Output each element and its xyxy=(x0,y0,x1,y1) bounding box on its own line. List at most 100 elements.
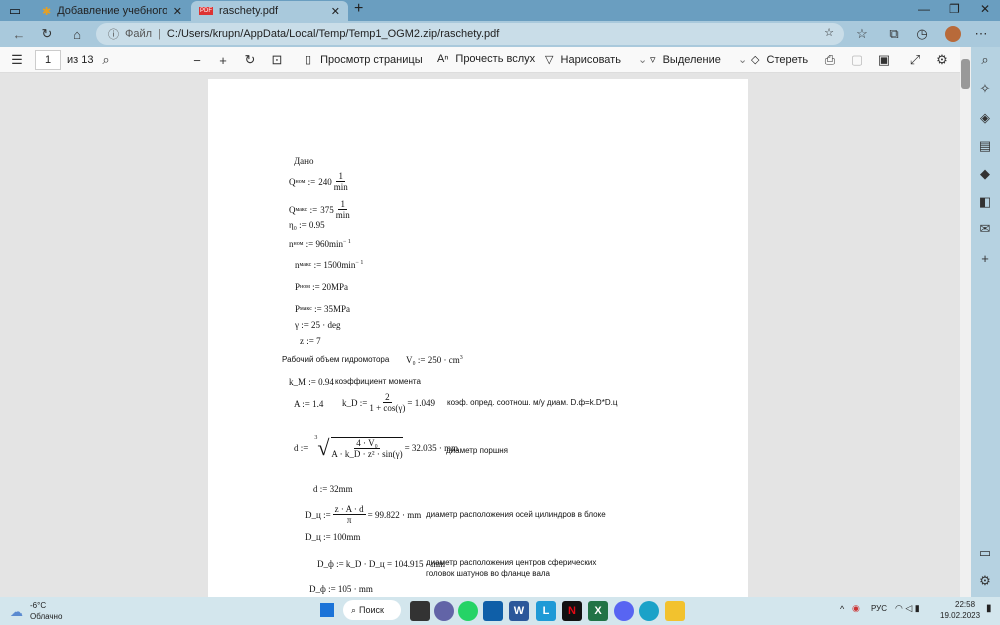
more-icon[interactable]: ⋯ xyxy=(972,25,990,43)
read-aloud-button[interactable]: Aⁿ Прочесть вслух xyxy=(437,53,535,65)
briefcase-icon[interactable]: ▤ xyxy=(976,137,994,155)
eraser-icon: ◇ xyxy=(751,54,763,66)
save-icon[interactable]: ▢ xyxy=(848,51,866,69)
formula-p-nom: Pном := 20MPa xyxy=(295,282,349,292)
explorer-icon[interactable] xyxy=(665,601,685,621)
rotate-icon[interactable]: ↻ xyxy=(241,51,259,69)
close-icon[interactable]: ✕ xyxy=(331,5,340,18)
start-icon[interactable] xyxy=(320,603,334,617)
excel-icon[interactable]: X xyxy=(588,601,608,621)
weather-temp[interactable]: -6°C xyxy=(30,601,46,610)
draw-icon: ▽ xyxy=(545,54,557,66)
formula-eta: η₀ := 0.95 xyxy=(289,220,325,230)
teams-icon[interactable] xyxy=(434,601,454,621)
formula-d2: d := 32mm xyxy=(313,484,353,494)
home-icon[interactable]: ⌂ xyxy=(68,25,86,43)
collections-icon[interactable]: ⧉ xyxy=(885,25,903,43)
store-icon[interactable] xyxy=(483,601,503,621)
zoom-in-icon[interactable]: + xyxy=(214,51,232,69)
minimize-button[interactable]: — xyxy=(918,2,930,16)
clock-date[interactable]: 19.02.2023 xyxy=(940,611,980,620)
zoom-out-icon[interactable]: − xyxy=(188,51,206,69)
moodle-icon: ✱ xyxy=(42,5,52,18)
maximize-button[interactable]: ❐ xyxy=(949,2,960,16)
draw-button[interactable]: ▽ Нарисовать ⌄ xyxy=(545,53,647,66)
back-icon[interactable]: ← xyxy=(10,25,28,43)
formula-q-max: Qмакс := 375 1 min xyxy=(289,199,350,220)
cloud-icon: ☁ xyxy=(10,604,23,619)
add-favorite-icon[interactable]: ☆ xyxy=(824,26,834,39)
search-icon[interactable]: ⌕ xyxy=(976,51,994,69)
formula-q-nom: Qном := 240 1 min xyxy=(289,171,348,192)
outlook-icon[interactable]: ✉ xyxy=(976,220,994,238)
edge-icon[interactable] xyxy=(639,601,659,621)
highlight-button[interactable]: ▿ Выделение ⌄ xyxy=(650,53,747,66)
formula-a: A := 1.4 xyxy=(294,399,324,409)
address-bar[interactable]: ⓘ Файл | C:/Users/krupn/AppData/Local/Te… xyxy=(96,23,844,45)
office-icon[interactable]: ◧ xyxy=(976,193,994,211)
discord-icon[interactable] xyxy=(614,601,634,621)
tab-moodle[interactable]: ✱ Добавление учебного материа ✕ xyxy=(34,1,190,21)
notifications-icon[interactable]: ▮ xyxy=(986,603,992,614)
close-icon[interactable]: ✕ xyxy=(173,5,182,18)
scrollbar[interactable] xyxy=(960,47,971,597)
favorites-icon[interactable]: ☆ xyxy=(853,25,871,43)
search-icon: ⌕ xyxy=(351,604,357,615)
formula-d: d := 3 √ 4 · V₀ A · k_D · z² · sin(γ) = 32.03… xyxy=(294,435,459,460)
formula-kd: k_D := 2 1 + cos(γ) = 1.049 xyxy=(342,392,435,413)
erase-button[interactable]: ◇ Стереть xyxy=(751,53,808,66)
heading-dano: Дано xyxy=(294,156,314,166)
weather-text[interactable]: Облачно xyxy=(30,612,62,621)
new-tab-button[interactable]: + xyxy=(354,0,363,18)
tab-bar: ▭ ✱ Добавление учебного материа ✕ PDF ra… xyxy=(0,0,1000,21)
formula-dc: D_ц := z · A · d π = 99.822 · mm xyxy=(305,504,422,525)
label-df-1: диаметр расположения центров сферических xyxy=(426,558,597,567)
settings-icon[interactable]: ⚙ xyxy=(933,51,951,69)
chevron-down-icon[interactable]: ⌄ xyxy=(638,54,647,66)
games-icon[interactable]: ◆ xyxy=(976,165,994,183)
page-view-button[interactable]: ▯ Просмотр страницы xyxy=(305,53,423,66)
word-icon[interactable]: W xyxy=(509,601,529,621)
tag-icon[interactable]: ◈ xyxy=(976,109,994,127)
formula-dc2: D_ц := 100mm xyxy=(305,532,361,542)
pdf-page: Дано Qном := 240 1 min Qмакс := 375 1 min η₀… xyxy=(208,79,748,599)
search-box[interactable]: ⌕ Поиск xyxy=(343,600,401,620)
print-icon[interactable]: ⎙ xyxy=(821,51,839,69)
formula-v0: V₀ := 250 · cm 3 xyxy=(406,355,463,365)
app-l-icon[interactable]: L xyxy=(536,601,556,621)
clock-time[interactable]: 22:58 xyxy=(955,600,975,609)
avatar[interactable] xyxy=(945,26,961,42)
fullscreen-icon[interactable]: ⤢ xyxy=(906,51,924,69)
address-bar-row: ← ↻ ⌂ ⓘ Файл | C:/Users/krupn/AppData/Lo… xyxy=(0,21,1000,47)
url-text[interactable]: C:/Users/krupn/AppData/Local/Temp/Temp1_… xyxy=(167,28,499,40)
sidebar-settings-icon[interactable]: ⚙ xyxy=(976,572,994,590)
tab-actions-icon[interactable]: ▭ xyxy=(6,2,24,20)
formula-km: k_M := 0.94 xyxy=(289,377,334,387)
info-icon: ⓘ xyxy=(108,29,119,41)
save-as-icon[interactable]: ▣ xyxy=(875,51,893,69)
split-view-icon[interactable]: ▭ xyxy=(976,544,994,562)
formula-df2: D_ф := 105 · mm xyxy=(309,584,373,594)
chevron-down-icon[interactable]: ⌄ xyxy=(738,54,747,66)
language-indicator[interactable]: РУС xyxy=(871,604,887,613)
add-icon[interactable]: + xyxy=(976,249,994,267)
whatsapp-icon[interactable] xyxy=(458,601,478,621)
label-dc: диаметр расположения осей цилиндров в бл… xyxy=(426,510,606,519)
page-count: из 13 xyxy=(67,54,94,66)
sparkle-icon[interactable]: ✧ xyxy=(976,80,994,98)
tab-raschety[interactable]: PDF raschety.pdf ✕ xyxy=(191,1,348,21)
fit-page-icon[interactable]: ⊡ xyxy=(268,51,286,69)
tray-app-icon[interactable]: ◉ xyxy=(852,603,860,614)
contents-icon[interactable]: ☰ xyxy=(8,51,26,69)
formula-p-max: Pмакс := 35MPa xyxy=(295,304,350,314)
formula-n-max: n макс := 1500min − 1 xyxy=(295,260,364,270)
netflix-icon[interactable]: N xyxy=(562,601,582,621)
close-window-button[interactable]: ✕ xyxy=(980,2,990,16)
history-icon[interactable]: ◷ xyxy=(913,25,931,43)
wifi-volume-battery-icons[interactable]: ◠ ◁ ▮ xyxy=(895,603,920,614)
task-view-icon[interactable] xyxy=(410,601,430,621)
page-number-input[interactable]: 1 xyxy=(35,50,61,70)
search-icon[interactable]: ⌕ xyxy=(97,51,115,69)
tray-chevron-icon[interactable]: ^ xyxy=(840,604,844,614)
refresh-icon[interactable]: ↻ xyxy=(38,25,56,43)
